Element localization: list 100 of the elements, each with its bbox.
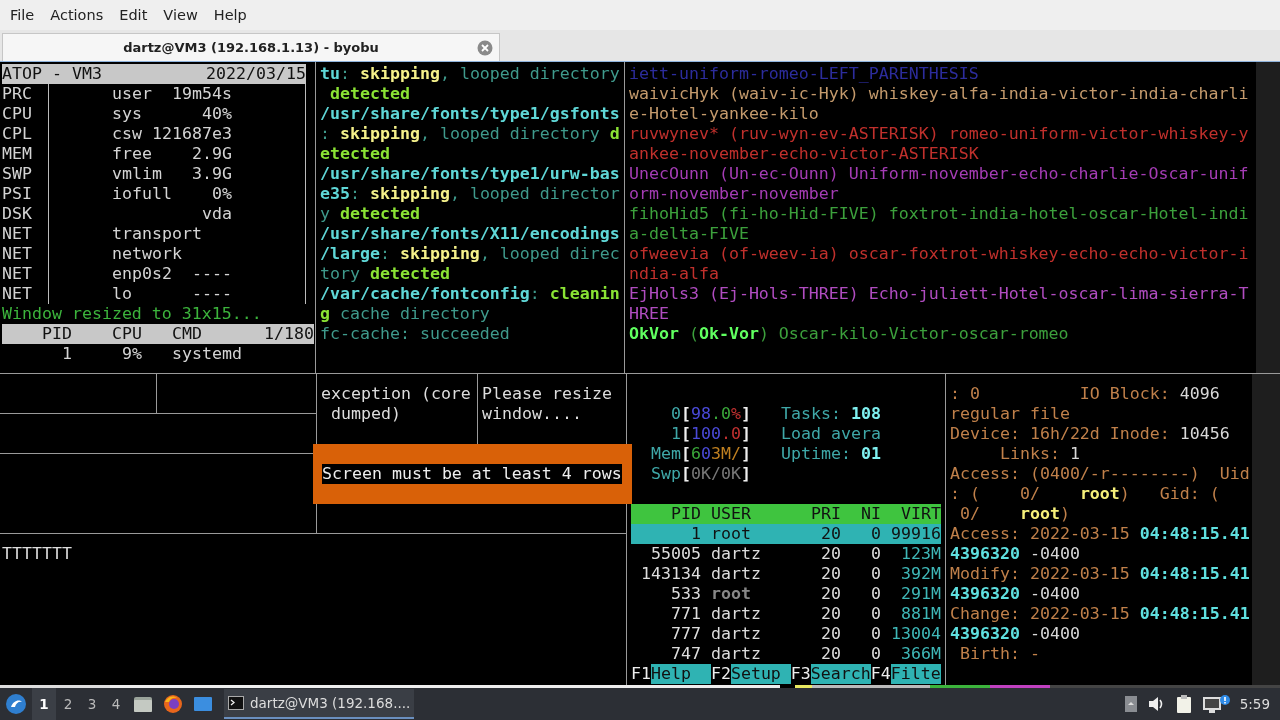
menu-item[interactable]: File (2, 7, 43, 23)
column-header: PID (41, 324, 72, 344)
meter-reading: [98.0%] (681, 404, 751, 424)
process-row[interactable]: 533 root 20 0 291M (631, 584, 941, 604)
terminal-text: Please resize (482, 384, 613, 404)
row-label: SWP (2, 164, 33, 184)
row-label: CPL (2, 124, 33, 144)
process-row[interactable]: 771 dartz 20 0 881M (631, 604, 941, 624)
browser-icon[interactable] (163, 694, 183, 714)
stat-line: Modify: 2022-03-15 04:48:15.41 (950, 564, 1251, 584)
terminal-tab[interactable]: dartz@VM3 (192.168.1.13) - byobu (2, 33, 500, 61)
row-label: PSI (2, 184, 33, 204)
stat-line: Access: 2022-03-15 04:48:15.41 (950, 524, 1251, 544)
menu-item[interactable]: Actions (42, 7, 112, 23)
log-line: detected (329, 84, 411, 104)
workspace-button[interactable]: 4 (104, 688, 128, 720)
row-label: NET (2, 264, 33, 284)
table-cell-text: 13004 (890, 624, 941, 644)
table-cell-text: 55005 (650, 544, 701, 564)
table-cell-text: 20 (820, 544, 841, 564)
terminal-text: window.... (482, 404, 583, 424)
menu-item[interactable]: View (155, 7, 206, 23)
clipboard-icon[interactable] (1175, 694, 1192, 714)
table-cell-text: 291M (900, 584, 941, 604)
metric-name: enp0s2 (112, 264, 172, 284)
table-cell-text: dartz (710, 564, 762, 584)
table-cell-text: 392M (900, 564, 941, 584)
stat-line: Links: 1 (998, 444, 1081, 464)
metric-value: 19m54s (172, 84, 232, 104)
process-row[interactable]: 777 dartz 20 0 13004 (631, 624, 941, 644)
table-cell-text: dartz (710, 544, 762, 564)
word-entry: EjHols3 (Ej-Hols-THREE) Echo-juliett-Hotel-oscar-lima-sierra-THREE (629, 284, 1249, 324)
summary-line: Load avera (781, 424, 881, 444)
word-entry: ruvwynev* (ruv-wyn-ev-ASTERISK) romeo-uniform-victor-whiskey-yankee-november-echo-victor-ASTERISK (629, 124, 1249, 164)
window-icon[interactable] (193, 695, 213, 713)
stat-line: 4396320 -0400 (950, 624, 1081, 644)
folder-icon[interactable] (133, 695, 153, 713)
process-row[interactable]: 1 root 20 0 99916 (631, 524, 941, 544)
table-cell-text: 0 (870, 604, 881, 624)
function-key[interactable]: Setup (730, 664, 791, 684)
meter-label: 1 (670, 424, 681, 444)
scrollbar[interactable] (1252, 374, 1280, 685)
start-menu-icon[interactable] (5, 693, 27, 715)
table-cell-text: 9% (121, 344, 142, 364)
metric-value: vda (202, 204, 232, 224)
menu-item[interactable]: Help (205, 7, 255, 23)
menu-item[interactable]: Edit (111, 7, 156, 23)
log-line: /var/cache/fontconfig: cleanin (320, 284, 621, 304)
log-line: g cache directory (320, 304, 491, 324)
table-cell-text: 0 (870, 584, 881, 604)
terminal-text: TTTTTTT (2, 544, 72, 563)
table-cell-text: dartz (710, 644, 762, 664)
column-header: PID (670, 504, 701, 524)
column-header: NI (860, 504, 881, 524)
clock: 5:59 (1239, 696, 1270, 712)
network-icon[interactable] (1201, 694, 1230, 714)
metric-value: 2.9G (192, 144, 232, 164)
meter-reading: [603M/] (681, 444, 751, 464)
process-row[interactable]: 143134 dartz 20 0 392M (631, 564, 941, 584)
word-entry: fihoHid5 (fi-ho-Hid-FIVE) foxtrot-india-hotel-oscar-Hotel-india-delta-FIVE (629, 204, 1249, 244)
scrollbar[interactable] (1256, 62, 1280, 373)
metric-name: vmlim (112, 164, 162, 184)
table-cell-text: 1 (690, 524, 701, 544)
tray-icon[interactable] (1123, 695, 1138, 713)
process-count: 1/180 (263, 324, 314, 344)
metric-name: sys (112, 104, 142, 124)
workspace-button[interactable]: 1 (32, 688, 56, 720)
stat-line: Access: (0400/-r--------) Uid (950, 464, 1251, 484)
row-label: NET (2, 284, 33, 304)
table-cell-text: 20 (820, 564, 841, 584)
process-row[interactable]: 55005 dartz 20 0 123M (631, 544, 941, 564)
stat-line: 4396320 -0400 (950, 584, 1081, 604)
table-cell-text: 20 (820, 584, 841, 604)
table-cell-text: 20 (820, 604, 841, 624)
metric-name: transport (112, 224, 202, 244)
column-header: USER (710, 504, 752, 524)
function-key[interactable]: Help (651, 664, 711, 684)
row-label: PRC (2, 84, 33, 104)
table-cell-text: 366M (900, 644, 941, 664)
workspace-button[interactable]: 3 (80, 688, 104, 720)
log-line: e35: skipping, looped director (320, 184, 621, 204)
function-key[interactable]: Filte (890, 664, 941, 684)
log-line: /usr/share/fonts/type1/gsfonts (320, 104, 621, 124)
table-cell-text: 99916 (890, 524, 941, 544)
metric-name: csw (112, 124, 142, 144)
process-row[interactable]: 747 dartz 20 0 366M (631, 644, 941, 664)
taskbar-window-button[interactable]: dartz@VM3 (192.168.... (224, 689, 414, 719)
table-cell-text: 0 (870, 564, 881, 584)
stat-line: Change: 2022-03-15 04:48:15.41 (950, 604, 1251, 624)
table-cell-text: root (710, 584, 752, 604)
stat-line: : 0 IO Block: 4096 (950, 384, 1221, 404)
table-cell-text: 881M (900, 604, 941, 624)
stat-line: : ( 0/ root) Gid: ( (950, 484, 1221, 504)
table-cell-text: 20 (820, 644, 841, 664)
workspace-button[interactable]: 2 (56, 688, 80, 720)
table-cell-text: 771 (670, 604, 701, 624)
close-icon[interactable] (477, 40, 493, 56)
function-key-label: F1 (631, 664, 651, 684)
function-key[interactable]: Search (810, 664, 871, 684)
table-cell-text: dartz (710, 604, 762, 624)
